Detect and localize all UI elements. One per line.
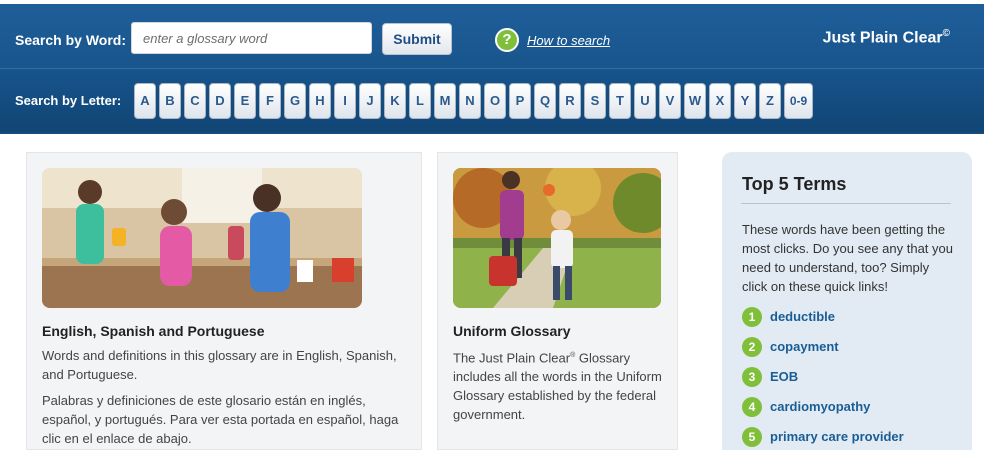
letter-label: Search by Letter: — [15, 93, 122, 108]
letter-row: Search by Letter: ABCDEFGHIJKLMNOPQRSTUV… — [0, 68, 984, 132]
card-uniform-glossary: Uniform Glossary The Just Plain Clear® G… — [437, 152, 678, 450]
card-title: Uniform Glossary — [453, 323, 571, 339]
top5-title: Top 5 Terms — [742, 174, 847, 194]
search-input[interactable] — [131, 22, 372, 54]
top-term-link[interactable]: deductible — [770, 309, 835, 324]
letter-button-r[interactable]: R — [559, 83, 581, 119]
letter-button-d[interactable]: D — [209, 83, 231, 119]
number-badge-icon: 2 — [742, 337, 762, 357]
brand-name: Just Plain Clear — [822, 29, 943, 47]
submit-button[interactable]: Submit — [382, 23, 452, 55]
letter-button-q[interactable]: Q — [534, 83, 556, 119]
letter-button-x[interactable]: X — [709, 83, 731, 119]
letter-button-n[interactable]: N — [459, 83, 481, 119]
search-row: Search by Word: Submit ? How to search J… — [0, 8, 984, 68]
letter-button-m[interactable]: M — [434, 83, 456, 119]
card-text-prefix: The Just Plain Clear — [453, 350, 571, 366]
family-kitchen-photo — [42, 168, 362, 308]
top5-intro: These words have been getting the most c… — [742, 222, 953, 294]
card-text-spanish: Palabras y definiciones de este glosario… — [42, 393, 399, 446]
letter-button-0-9[interactable]: 0-9 — [784, 83, 813, 119]
number-badge-icon: 4 — [742, 397, 762, 417]
top-term-link[interactable]: cardiomyopathy — [770, 399, 870, 414]
letter-button-u[interactable]: U — [634, 83, 656, 119]
letter-button-i[interactable]: I — [334, 83, 356, 119]
top-term-link[interactable]: primary care provider — [770, 429, 904, 444]
brand-mark: © — [942, 28, 950, 39]
letter-button-e[interactable]: E — [234, 83, 256, 119]
search-label: Search by Word: — [15, 32, 126, 48]
header-bar: Search by Word: Submit ? How to search J… — [0, 0, 984, 134]
divider — [741, 203, 951, 204]
letter-button-t[interactable]: T — [609, 83, 631, 119]
letter-buttons: A B C D E F G H I J K L M N O P Q R S T U V W X Y Z 0-9 — [134, 83, 813, 119]
card-title: English, Spanish and Portuguese — [42, 323, 265, 339]
top-term-link[interactable]: copayment — [770, 339, 839, 354]
letter-button-j[interactable]: J — [359, 83, 381, 119]
letter-button-w[interactable]: W — [684, 83, 706, 119]
letter-button-s[interactable]: S — [584, 83, 606, 119]
card-text-english: Words and definitions in this glossary a… — [42, 348, 397, 382]
park-walk-photo — [453, 168, 661, 308]
letter-button-o[interactable]: O — [484, 83, 506, 119]
letter-button-a[interactable]: A — [134, 83, 156, 119]
letter-button-h[interactable]: H — [309, 83, 331, 119]
letter-button-g[interactable]: G — [284, 83, 306, 119]
letter-button-z[interactable]: Z — [759, 83, 781, 119]
help-icon[interactable]: ? — [495, 28, 519, 52]
number-badge-icon: 1 — [742, 307, 762, 327]
number-badge-icon: 3 — [742, 367, 762, 387]
letter-button-b[interactable]: B — [159, 83, 181, 119]
letter-button-f[interactable]: F — [259, 83, 281, 119]
card-text-uniform: The Just Plain Clear® Glossary includes … — [453, 346, 663, 424]
letter-button-y[interactable]: Y — [734, 83, 756, 119]
letter-button-v[interactable]: V — [659, 83, 681, 119]
brand-logo: Just Plain Clear© — [823, 28, 950, 47]
letter-button-p[interactable]: P — [509, 83, 531, 119]
number-badge-icon: 5 — [742, 427, 762, 447]
letter-button-c[interactable]: C — [184, 83, 206, 119]
top5-panel: Top 5 Terms These words have been gettin… — [722, 152, 972, 450]
letter-button-k[interactable]: K — [384, 83, 406, 119]
top-term-link[interactable]: EOB — [770, 369, 798, 384]
card-languages: English, Spanish and Portuguese Words an… — [26, 152, 422, 450]
letter-button-l[interactable]: L — [409, 83, 431, 119]
how-to-search-link[interactable]: How to search — [527, 33, 610, 48]
